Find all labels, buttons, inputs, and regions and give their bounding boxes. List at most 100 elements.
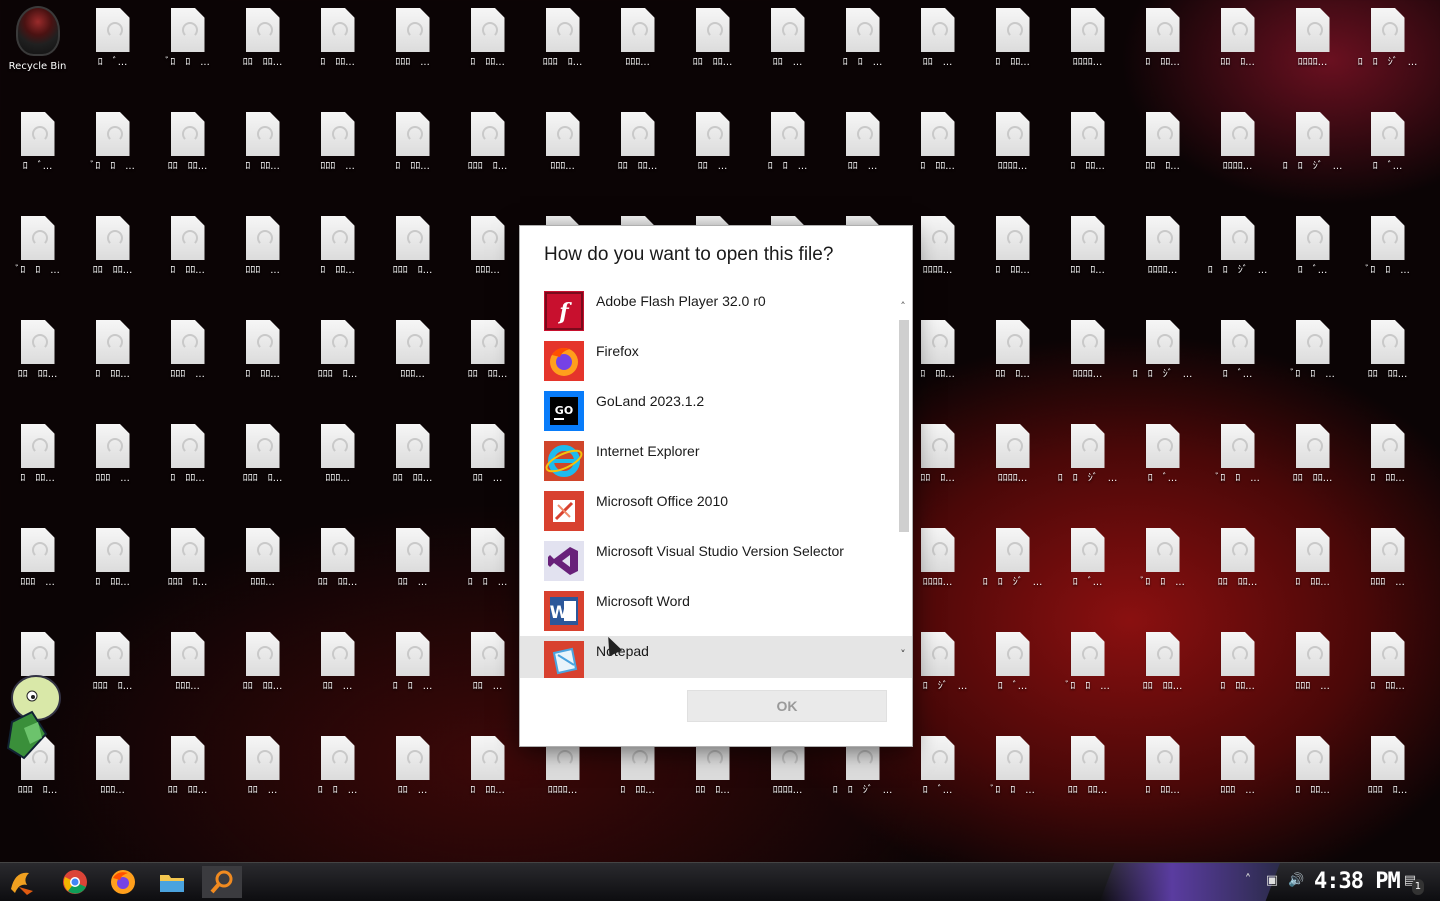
app-list-scrollbar[interactable]: ˄ ˅: [895, 298, 911, 678]
desktop-file-icon[interactable]: ﾛﾛﾛﾛ...: [1050, 312, 1125, 412]
desktop-file-icon[interactable]: ﾛﾛ ﾛﾛ...: [1200, 520, 1275, 620]
desktop-file-icon[interactable]: ﾛﾛﾛ...: [375, 312, 450, 412]
desktop-file-icon[interactable]: ﾛ ﾞ...: [975, 624, 1050, 724]
desktop-file-icon[interactable]: ﾛﾛﾛﾛ...: [975, 416, 1050, 516]
desktop-file-icon[interactable]: ﾛﾛ ...: [450, 416, 525, 516]
desktop-file-icon[interactable]: ﾛ ﾞ...: [1275, 208, 1350, 308]
desktop-file-icon[interactable]: ﾛﾛ ...: [225, 728, 300, 828]
desktop-file-icon[interactable]: ﾛﾛ ﾛﾛ...: [600, 104, 675, 204]
desktop-file-icon[interactable]: ﾛﾛﾛﾛ...: [1050, 0, 1125, 100]
desktop-file-icon[interactable]: ﾛﾛﾛ...: [600, 0, 675, 100]
desktop-file-icon[interactable]: ﾛ ﾛ ｼﾞ ...: [975, 520, 1050, 620]
desktop-file-icon[interactable]: ﾞﾛ ﾛ ...: [1275, 312, 1350, 412]
desktop-file-icon[interactable]: ﾛ ﾛ ...: [750, 104, 825, 204]
desktop-file-icon[interactable]: ﾛﾛﾛ ...: [1275, 624, 1350, 724]
desktop-file-icon[interactable]: ﾛﾛﾛ ﾛ...: [75, 624, 150, 724]
desktop-file-icon[interactable]: ﾛﾛﾛ ﾛ...: [375, 208, 450, 308]
desktop-file-icon[interactable]: ﾛ ﾛﾛ...: [1125, 728, 1200, 828]
desktop-file-icon[interactable]: ﾛﾛﾛ ...: [1350, 520, 1425, 620]
desktop-file-icon[interactable]: ﾛ ﾛﾛ...: [300, 0, 375, 100]
desktop-file-icon[interactable]: ﾛ ﾛﾛ...: [225, 104, 300, 204]
desktop-file-icon[interactable]: ﾛﾛ ...: [825, 104, 900, 204]
desktop-file-icon[interactable]: ﾞﾛ ﾛ ...: [1050, 624, 1125, 724]
desktop-file-icon[interactable]: ﾞﾛ ﾛ ...: [0, 208, 75, 308]
desktop-file-icon[interactable]: ﾛ ﾛﾛ...: [1125, 0, 1200, 100]
desktop-file-icon[interactable]: ﾛ ﾞ...: [1350, 104, 1425, 204]
desktop-file-icon[interactable]: ﾛ ﾛﾛ...: [150, 208, 225, 308]
desktop-file-icon[interactable]: ﾛﾛ ﾛ...: [975, 312, 1050, 412]
start-button[interactable]: [2, 866, 42, 898]
volume-icon[interactable]: 🔊: [1288, 873, 1304, 889]
app-row-goland[interactable]: GO GoLand 2023.1.2: [520, 386, 896, 436]
desktop-file-icon[interactable]: ﾛﾛﾛ ﾛ...: [450, 104, 525, 204]
desktop-file-icon[interactable]: ﾛ ﾛﾛ...: [1350, 624, 1425, 724]
desktop-file-icon[interactable]: ﾛ ﾛﾛ...: [1275, 520, 1350, 620]
desktop-file-icon[interactable]: ﾛ ﾛ ｼﾞ ...: [1275, 104, 1350, 204]
desktop-file-icon[interactable]: ﾞﾛ ﾛ ...: [150, 0, 225, 100]
desktop-file-icon[interactable]: ﾛﾛ ﾛﾛ...: [75, 208, 150, 308]
desktop-file-icon[interactable]: ﾛ ﾛﾛ...: [975, 208, 1050, 308]
desktop-file-icon[interactable]: ﾛ ﾛﾛ...: [900, 104, 975, 204]
desktop-file-icon[interactable]: ﾛﾛ ﾛ...: [1200, 0, 1275, 100]
desktop-file-icon[interactable]: ﾛﾛﾛ ﾛ...: [300, 312, 375, 412]
desktop-file-icon[interactable]: ﾛﾛ ﾛﾛ...: [225, 624, 300, 724]
desktop-file-icon[interactable]: ﾛ ﾛﾛ...: [450, 728, 525, 828]
desktop-file-icon[interactable]: ﾛﾛﾛ...: [225, 520, 300, 620]
desktop-file-icon[interactable]: ﾛﾛﾛ ...: [0, 520, 75, 620]
app-row-visual-studio-selector[interactable]: Microsoft Visual Studio Version Selector: [520, 536, 896, 586]
desktop-file-icon[interactable]: ﾛﾛﾛﾛ...: [975, 104, 1050, 204]
scroll-thumb[interactable]: [899, 320, 909, 532]
desktop-file-icon[interactable]: ﾛﾛﾛ...: [450, 208, 525, 308]
desktop-file-icon[interactable]: ﾛﾛ ...: [750, 0, 825, 100]
desktop-file-icon[interactable]: ﾛ ﾛ ...: [300, 728, 375, 828]
desktop-file-icon[interactable]: ﾛ ﾛ ...: [375, 624, 450, 724]
desktop-file-icon[interactable]: ﾛ ﾛ ｼﾞ ...: [1050, 416, 1125, 516]
desktop-file-icon[interactable]: ﾛﾛ ﾛﾛ...: [0, 312, 75, 412]
desktop-file-icon[interactable]: ﾛﾛﾛ...: [150, 624, 225, 724]
desktop-file-icon[interactable]: ﾛﾛ ...: [375, 520, 450, 620]
desktop-file-icon[interactable]: ﾛ ﾛﾛ...: [1350, 416, 1425, 516]
taskbar-search[interactable]: [202, 866, 242, 898]
desktop-file-icon[interactable]: ﾛﾛﾛﾛ...: [1125, 208, 1200, 308]
desktop-file-icon[interactable]: ﾛﾛﾛ...: [75, 728, 150, 828]
chevron-down-icon[interactable]: ˅: [895, 646, 911, 664]
desktop-file-icon[interactable]: ﾛﾛﾛ...: [525, 104, 600, 204]
desktop-file-icon[interactable]: ﾛﾛ ﾛﾛ...: [1350, 312, 1425, 412]
desktop-file-icon[interactable]: ﾛ ﾛﾛ...: [0, 416, 75, 516]
desktop-file-icon[interactable]: ﾛﾛ ﾛﾛ...: [450, 312, 525, 412]
recycle-bin[interactable]: Recycle Bin: [0, 0, 75, 100]
desktop-file-icon[interactable]: ﾛ ﾞ...: [1050, 520, 1125, 620]
desktop-file-icon[interactable]: ﾛﾛ ﾛ...: [1125, 104, 1200, 204]
taskbar-chrome[interactable]: [55, 866, 95, 898]
desktop-file-icon[interactable]: ﾛ ﾛ ｼﾞ ...: [1200, 208, 1275, 308]
desktop-file-icon[interactable]: ﾛﾛﾛ ...: [1200, 728, 1275, 828]
app-row-office-2010[interactable]: Microsoft Office 2010: [520, 486, 896, 536]
desktop-file-icon[interactable]: ﾛﾛ ﾛﾛ...: [1275, 416, 1350, 516]
desktop-file-icon[interactable]: ﾛﾛﾛ ...: [225, 208, 300, 308]
chevron-up-icon[interactable]: ˄: [895, 298, 911, 316]
desktop-file-icon[interactable]: ﾛﾛﾛ ﾛ...: [225, 416, 300, 516]
desktop-file-icon[interactable]: ﾛ ﾛ ...: [825, 0, 900, 100]
desktop-file-icon[interactable]: ﾛ ﾛ ...: [450, 520, 525, 620]
desktop-file-icon[interactable]: ﾛﾛﾛ ...: [150, 312, 225, 412]
desktop-file-icon[interactable]: ﾛ ﾛﾛ...: [375, 104, 450, 204]
desktop-file-icon[interactable]: ﾞﾛ ﾛ ...: [1200, 416, 1275, 516]
desktop-file-icon[interactable]: ﾛ ﾞ...: [75, 0, 150, 100]
desktop-file-icon[interactable]: ﾛ ﾛﾛ...: [1200, 624, 1275, 724]
desktop-file-icon[interactable]: ﾛﾛ ...: [675, 104, 750, 204]
taskbar-firefox[interactable]: [103, 866, 143, 898]
desktop-file-icon[interactable]: ﾛﾛﾛ ﾛ...: [1350, 728, 1425, 828]
desktop-file-icon[interactable]: ﾛﾛ ...: [300, 624, 375, 724]
app-row-firefox[interactable]: Firefox: [520, 336, 896, 386]
desktop-file-icon[interactable]: ﾛ ﾛﾛ...: [75, 312, 150, 412]
desktop-file-icon[interactable]: ﾞﾛ ﾛ ...: [75, 104, 150, 204]
desktop-file-icon[interactable]: ﾛ ﾛﾛ...: [1275, 728, 1350, 828]
desktop-file-icon[interactable]: ﾛ ﾞ...: [1125, 416, 1200, 516]
desktop-file-icon[interactable]: ﾛﾛ ﾛﾛ...: [1050, 728, 1125, 828]
desktop-file-icon[interactable]: ﾛﾛﾛ ﾛ...: [150, 520, 225, 620]
desktop-file-icon[interactable]: ﾛﾛﾛﾛ...: [1275, 0, 1350, 100]
desktop-file-icon[interactable]: ﾛ ﾛﾛ...: [450, 0, 525, 100]
desktop-file-icon[interactable]: ﾛﾛﾛﾛ...: [1200, 104, 1275, 204]
desktop-file-icon[interactable]: ﾛ ﾛﾛ...: [225, 312, 300, 412]
desktop-file-icon[interactable]: ﾛﾛﾛ ...: [300, 104, 375, 204]
